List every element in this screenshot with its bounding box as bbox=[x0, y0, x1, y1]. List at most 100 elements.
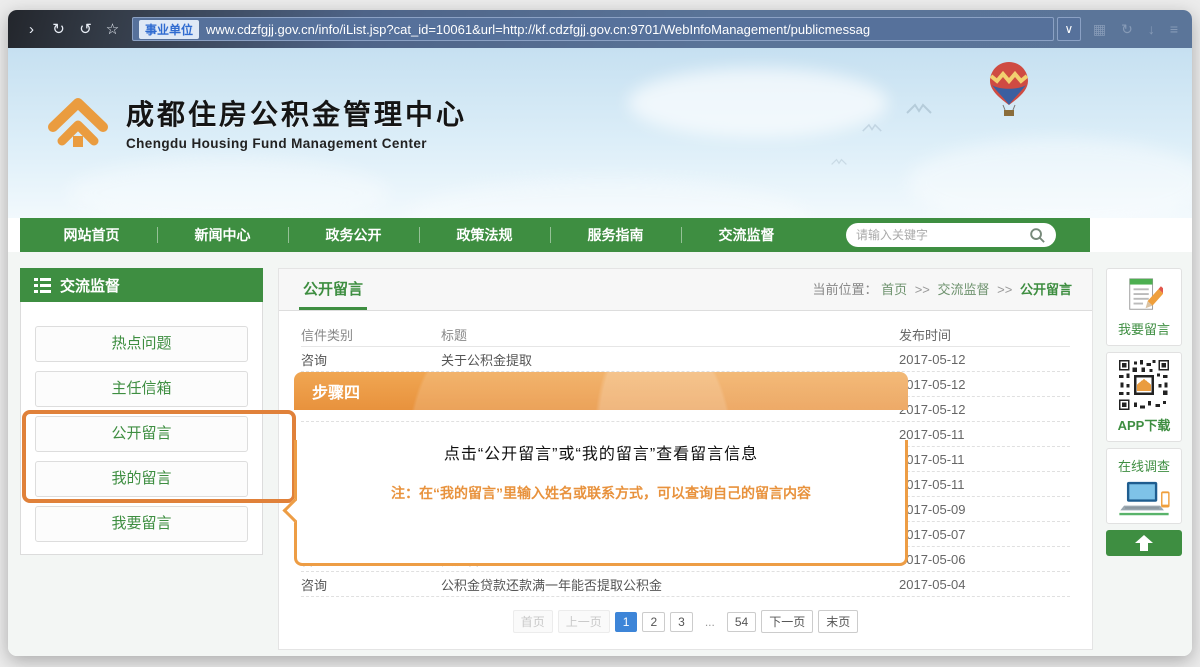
hot-air-balloon-icon bbox=[986, 60, 1032, 118]
bird-icon bbox=[831, 158, 847, 166]
cell-date: 2017-05-12 bbox=[899, 402, 1070, 417]
download-icon[interactable]: ↓ bbox=[1148, 21, 1155, 38]
table-header: 信件类别 标题 发布时间 bbox=[301, 323, 1070, 347]
cell-date: 2017-05-12 bbox=[899, 377, 1070, 392]
rail-online-survey-label: 在线调查 bbox=[1118, 456, 1170, 475]
breadcrumb-separator: >> bbox=[915, 282, 930, 297]
message-note-pencil-icon bbox=[1125, 276, 1163, 314]
table-row[interactable]: 咨询 公积金贷款还款满一年能否提取公积金 2017-05-04 bbox=[301, 572, 1070, 597]
table-row[interactable]: 咨询 关于公积金提取 2017-05-12 bbox=[301, 347, 1070, 372]
step-callout: 步骤四 点击“公开留言”或“我的留言”查看留言信息 注：在“我的留言”里输入姓名… bbox=[294, 372, 908, 536]
back-to-top-button[interactable] bbox=[1106, 530, 1182, 556]
page-3-button[interactable]: 3 bbox=[670, 612, 693, 632]
search-input[interactable] bbox=[856, 228, 1029, 242]
breadcrumb-exchange-supervision[interactable]: 交流监督 bbox=[938, 282, 990, 297]
cell-date: 2017-05-12 bbox=[899, 352, 1070, 367]
site-title: 成都住房公积金管理中心 bbox=[126, 93, 467, 133]
bird-icon bbox=[906, 103, 932, 115]
cell-date: 2017-05-06 bbox=[899, 552, 1070, 567]
forward-icon[interactable]: › bbox=[18, 21, 45, 38]
browser-window: › ↻ ↺ ☆ 事业单位 www.cdzfgjj.gov.cn/info/iLi… bbox=[8, 10, 1192, 656]
right-rail: 我要留言 APP下载 bbox=[1106, 268, 1182, 556]
nav-item-news[interactable]: 新闻中心 bbox=[157, 218, 288, 252]
cell-date: 2017-05-11 bbox=[899, 477, 1070, 492]
rail-app-download-widget[interactable]: APP下载 bbox=[1106, 352, 1182, 442]
page-1-button[interactable]: 1 bbox=[615, 612, 638, 632]
step-note: 注：在“我的留言”里输入姓名或联系方式，可以查询自己的留言内容 bbox=[297, 483, 905, 503]
rail-online-survey-widget[interactable]: 在线调查 bbox=[1106, 448, 1182, 524]
main-navigation: 网站首页 新闻中心 政务公开 政策法规 服务指南 交流监督 bbox=[20, 218, 1090, 252]
page-content: 交流监督 热点问题 主任信箱 公开留言 我的留言 我要留言 公开留言 当前位置：… bbox=[8, 252, 1192, 656]
rail-leave-message-label: 我要留言 bbox=[1118, 319, 1170, 338]
nav-item-gov-disclosure[interactable]: 政务公开 bbox=[288, 218, 419, 252]
breadcrumb-label: 当前位置： bbox=[812, 282, 877, 297]
step-callout-title: 步骤四 bbox=[294, 372, 908, 410]
step-instruction: 点击“公开留言”或“我的留言”查看留言信息 bbox=[297, 440, 905, 464]
sidebar-item-my-messages[interactable]: 我的留言 bbox=[35, 461, 248, 497]
nav-item-home[interactable]: 网站首页 bbox=[26, 218, 157, 252]
sidebar-item-public-messages[interactable]: 公开留言 bbox=[35, 416, 248, 452]
nav-item-exchange-supervision[interactable]: 交流监督 bbox=[681, 218, 812, 252]
back-icon[interactable]: ↺ bbox=[72, 20, 99, 38]
bookmark-star-icon[interactable]: ☆ bbox=[99, 20, 126, 38]
cell-date: 2017-05-04 bbox=[899, 577, 1070, 592]
site-search[interactable] bbox=[846, 223, 1056, 247]
address-bar[interactable]: 事业单位 www.cdzfgjj.gov.cn/info/iList.jsp?c… bbox=[132, 17, 1054, 41]
cell-title[interactable]: 关于公积金提取 bbox=[441, 350, 899, 369]
extensions-icon[interactable]: ▦ bbox=[1093, 21, 1106, 38]
sidebar-title: 交流监督 bbox=[60, 275, 120, 296]
cloud-decoration bbox=[628, 68, 888, 138]
cell-date: 2017-05-11 bbox=[899, 452, 1070, 467]
left-sidebar: 交流监督 热点问题 主任信箱 公开留言 我的留言 我要留言 bbox=[20, 268, 263, 555]
page-first-button: 首页 bbox=[513, 610, 553, 633]
sidebar-header: 交流监督 bbox=[20, 268, 263, 302]
cell-date: 2017-05-07 bbox=[899, 527, 1070, 542]
col-category: 信件类别 bbox=[301, 325, 441, 344]
cell-category: 咨询 bbox=[301, 575, 441, 594]
reload-icon[interactable]: ↻ bbox=[45, 20, 72, 38]
cloud-decoration bbox=[408, 178, 808, 218]
address-dropdown-button[interactable]: ∨ bbox=[1057, 17, 1081, 41]
sidebar-item-director-mailbox[interactable]: 主任信箱 bbox=[35, 371, 248, 407]
col-date: 发布时间 bbox=[899, 325, 1070, 344]
search-icon[interactable] bbox=[1029, 227, 1046, 244]
nav-item-service-guide[interactable]: 服务指南 bbox=[550, 218, 681, 252]
page-54-button[interactable]: 54 bbox=[727, 612, 756, 632]
rail-app-download-label: APP下载 bbox=[1118, 415, 1171, 434]
col-title: 标题 bbox=[441, 325, 899, 344]
cloud-decoration bbox=[908, 138, 1192, 218]
sidebar-item-hot-questions[interactable]: 热点问题 bbox=[35, 326, 248, 362]
list-icon bbox=[34, 278, 51, 293]
cell-date: 2017-05-11 bbox=[899, 427, 1070, 442]
cell-date: 2017-05-09 bbox=[899, 502, 1070, 517]
breadcrumb-separator: >> bbox=[997, 282, 1012, 297]
site-subtitle: Chengdu Housing Fund Management Center bbox=[126, 136, 467, 151]
bird-icon bbox=[862, 123, 882, 133]
url-text: www.cdzfgjj.gov.cn/info/iList.jsp?cat_id… bbox=[206, 22, 870, 37]
pagination: 首页 上一页 1 2 3 ... 54 下一页 末页 bbox=[301, 610, 1070, 633]
rail-leave-message-widget[interactable]: 我要留言 bbox=[1106, 268, 1182, 346]
breadcrumb: 当前位置： 首页 >> 交流监督 >> 公开留言 bbox=[812, 269, 1072, 310]
cell-category: 咨询 bbox=[301, 350, 441, 369]
site-banner: 成都住房公积金管理中心 Chengdu Housing Fund Managem… bbox=[8, 48, 1192, 218]
nav-item-policies[interactable]: 政策法规 bbox=[419, 218, 550, 252]
browser-toolbar: › ↻ ↺ ☆ 事业单位 www.cdzfgjj.gov.cn/info/iLi… bbox=[8, 10, 1192, 48]
page-ellipsis: ... bbox=[698, 613, 722, 631]
panel-tabbar: 公开留言 当前位置： 首页 >> 交流监督 >> 公开留言 bbox=[279, 269, 1092, 311]
page-prev-button: 上一页 bbox=[558, 610, 610, 633]
up-arrow-icon bbox=[1133, 535, 1155, 551]
page-next-button[interactable]: 下一页 bbox=[761, 610, 813, 633]
tab-public-messages[interactable]: 公开留言 bbox=[299, 269, 367, 310]
computer-survey-icon bbox=[1115, 480, 1173, 516]
sidebar-item-leave-message[interactable]: 我要留言 bbox=[35, 506, 248, 542]
breadcrumb-home[interactable]: 首页 bbox=[881, 282, 907, 297]
cell-title[interactable]: 公积金贷款还款满一年能否提取公积金 bbox=[441, 575, 899, 594]
page-2-button[interactable]: 2 bbox=[642, 612, 665, 632]
site-logo-house-icon bbox=[46, 92, 110, 152]
breadcrumb-current[interactable]: 公开留言 bbox=[1020, 282, 1072, 297]
site-type-badge: 事业单位 bbox=[139, 20, 199, 39]
menu-icon[interactable]: ≡ bbox=[1170, 21, 1178, 38]
toolbar-extra-icons: ▦ ↻ ↓ ≡ bbox=[1093, 21, 1178, 38]
sync-icon[interactable]: ↻ bbox=[1121, 21, 1133, 38]
page-last-button[interactable]: 末页 bbox=[818, 610, 858, 633]
